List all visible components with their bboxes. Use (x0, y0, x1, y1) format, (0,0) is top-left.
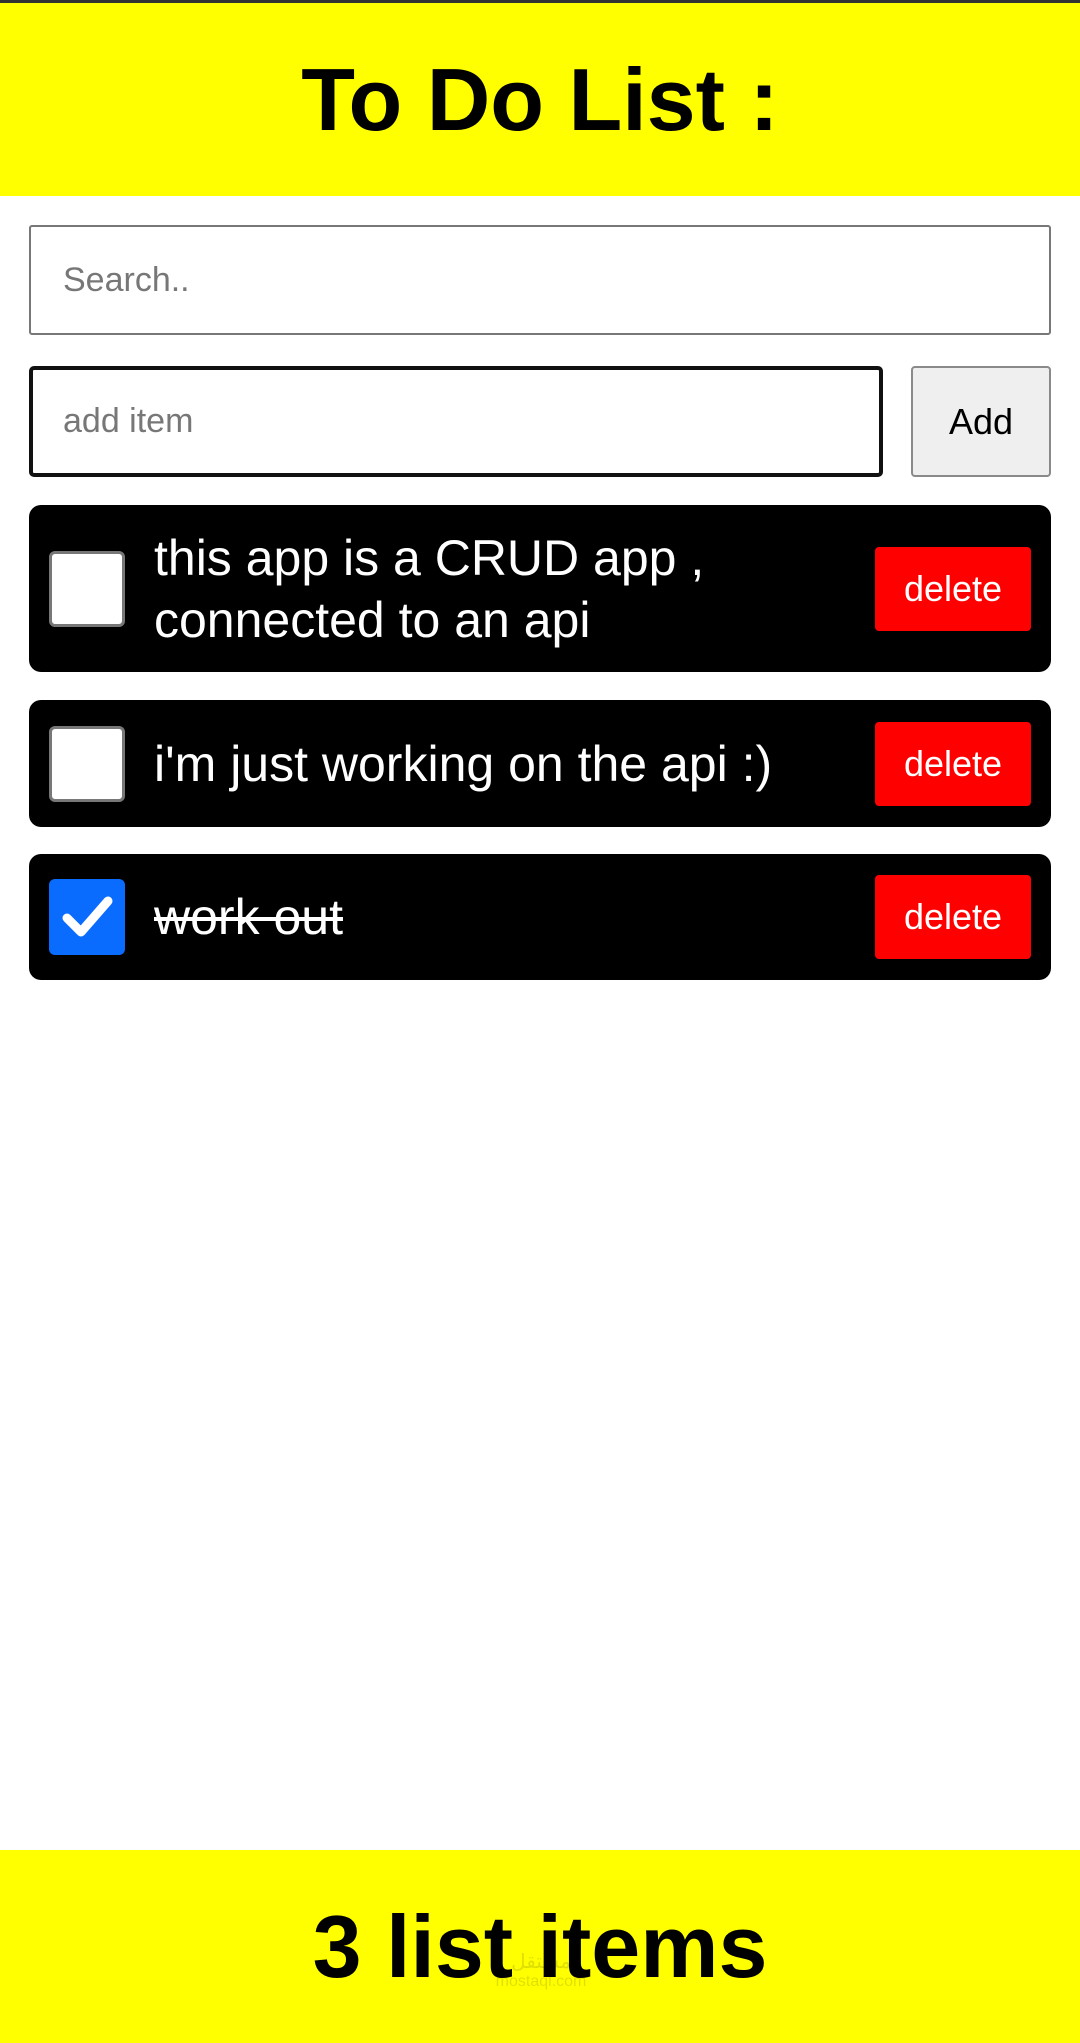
todo-item: this app is a CRUD app , connected to an… (29, 505, 1051, 672)
delete-button[interactable]: delete (875, 721, 1031, 806)
todo-checkbox-checked[interactable] (49, 879, 125, 955)
todo-item: work out delete (29, 854, 1051, 980)
todo-checkbox[interactable] (49, 550, 125, 627)
delete-button[interactable]: delete (875, 546, 1031, 631)
search-input[interactable] (29, 225, 1051, 335)
add-button[interactable]: Add (911, 366, 1051, 477)
todo-text: i'm just working on the api :) (154, 735, 773, 792)
add-item-input[interactable] (29, 366, 883, 477)
page-title: To Do List : (301, 49, 779, 149)
todo-item: i'm just working on the api :) delete (29, 700, 1051, 827)
todo-text: this app is a CRUD app , connected to an… (154, 529, 705, 648)
app-footer: 3 list items (0, 1850, 1080, 2043)
app-header: To Do List : (0, 3, 1080, 196)
checkmark-icon (62, 896, 113, 937)
todo-checkbox[interactable] (49, 725, 125, 802)
delete-button[interactable]: delete (875, 875, 1031, 959)
watermark-logo: مستقل mostaql.com (495, 1951, 587, 1990)
todo-text-completed: work out (154, 889, 343, 945)
